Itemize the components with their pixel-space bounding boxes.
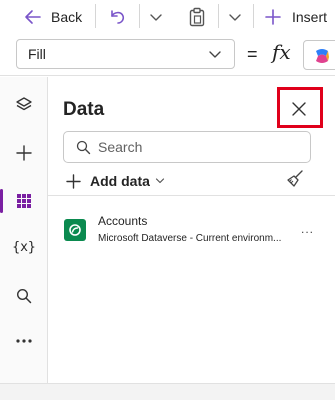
broom-icon bbox=[285, 169, 305, 189]
status-strip bbox=[0, 383, 335, 400]
property-dropdown[interactable]: Fill bbox=[16, 39, 235, 69]
panel-title: Data bbox=[63, 99, 105, 120]
clipboard-icon bbox=[188, 7, 206, 27]
arrow-left-icon bbox=[24, 9, 42, 25]
formula-bar: Fill = fx bbox=[0, 34, 335, 76]
chevron-down-icon bbox=[149, 12, 163, 22]
clear-button[interactable] bbox=[285, 169, 305, 189]
toolbar-divider bbox=[139, 4, 140, 28]
more-options-button[interactable]: ... bbox=[301, 222, 314, 236]
tree-view-button[interactable] bbox=[0, 85, 48, 125]
undo-dropdown-button[interactable] bbox=[149, 5, 163, 29]
table-icon bbox=[16, 193, 32, 209]
chevron-down-icon bbox=[155, 177, 165, 185]
search-input[interactable]: Search bbox=[63, 131, 311, 163]
property-value: Fill bbox=[28, 46, 46, 62]
insert-label: Insert bbox=[292, 9, 328, 25]
plus-icon bbox=[15, 144, 33, 162]
undo-button[interactable] bbox=[108, 5, 126, 29]
chevron-down-icon bbox=[208, 47, 222, 64]
copilot-icon bbox=[313, 47, 331, 70]
data-source-row[interactable]: Accounts Microsoft Dataverse - Current e… bbox=[48, 205, 335, 249]
command-bar: Back Insert bbox=[0, 0, 335, 34]
plus-icon bbox=[66, 173, 81, 189]
data-rail-button[interactable] bbox=[0, 181, 48, 221]
layers-icon bbox=[15, 96, 33, 114]
copilot-button[interactable] bbox=[303, 40, 335, 70]
more-icon bbox=[15, 338, 33, 344]
dataverse-icon bbox=[64, 219, 86, 241]
toolbar-divider bbox=[95, 4, 96, 28]
undo-icon bbox=[108, 8, 126, 26]
search-icon bbox=[76, 140, 91, 155]
back-button[interactable]: Back bbox=[24, 5, 82, 29]
plus-icon bbox=[265, 9, 281, 25]
search-icon bbox=[16, 288, 32, 304]
data-source-subtitle: Microsoft Dataverse - Current environm..… bbox=[98, 233, 282, 244]
chevron-down-icon bbox=[228, 12, 242, 22]
variables-icon: {x} bbox=[12, 239, 36, 255]
paste-button[interactable] bbox=[188, 5, 206, 29]
fx-icon: fx bbox=[272, 40, 291, 64]
variables-rail-button[interactable]: {x} bbox=[0, 227, 48, 267]
data-panel: Data Search Add data Accounts Microsoft … bbox=[48, 77, 335, 383]
back-label: Back bbox=[51, 9, 83, 25]
data-source-name: Accounts bbox=[98, 214, 148, 228]
search-placeholder: Search bbox=[98, 139, 143, 155]
insert-button[interactable]: Insert bbox=[265, 5, 327, 29]
paste-dropdown-button[interactable] bbox=[228, 5, 242, 29]
equals-sign: = bbox=[247, 44, 258, 64]
divider bbox=[48, 195, 335, 196]
more-rail-button[interactable] bbox=[0, 321, 48, 361]
insert-rail-button[interactable] bbox=[0, 133, 48, 173]
left-rail: {x} bbox=[0, 77, 48, 383]
toolbar-divider bbox=[218, 4, 219, 28]
close-icon bbox=[291, 101, 307, 117]
close-panel-button[interactable] bbox=[287, 97, 311, 121]
toolbar-divider bbox=[253, 4, 254, 28]
search-rail-button[interactable] bbox=[0, 276, 48, 316]
add-data-button[interactable]: Add data bbox=[66, 170, 165, 192]
add-data-label: Add data bbox=[90, 173, 150, 189]
